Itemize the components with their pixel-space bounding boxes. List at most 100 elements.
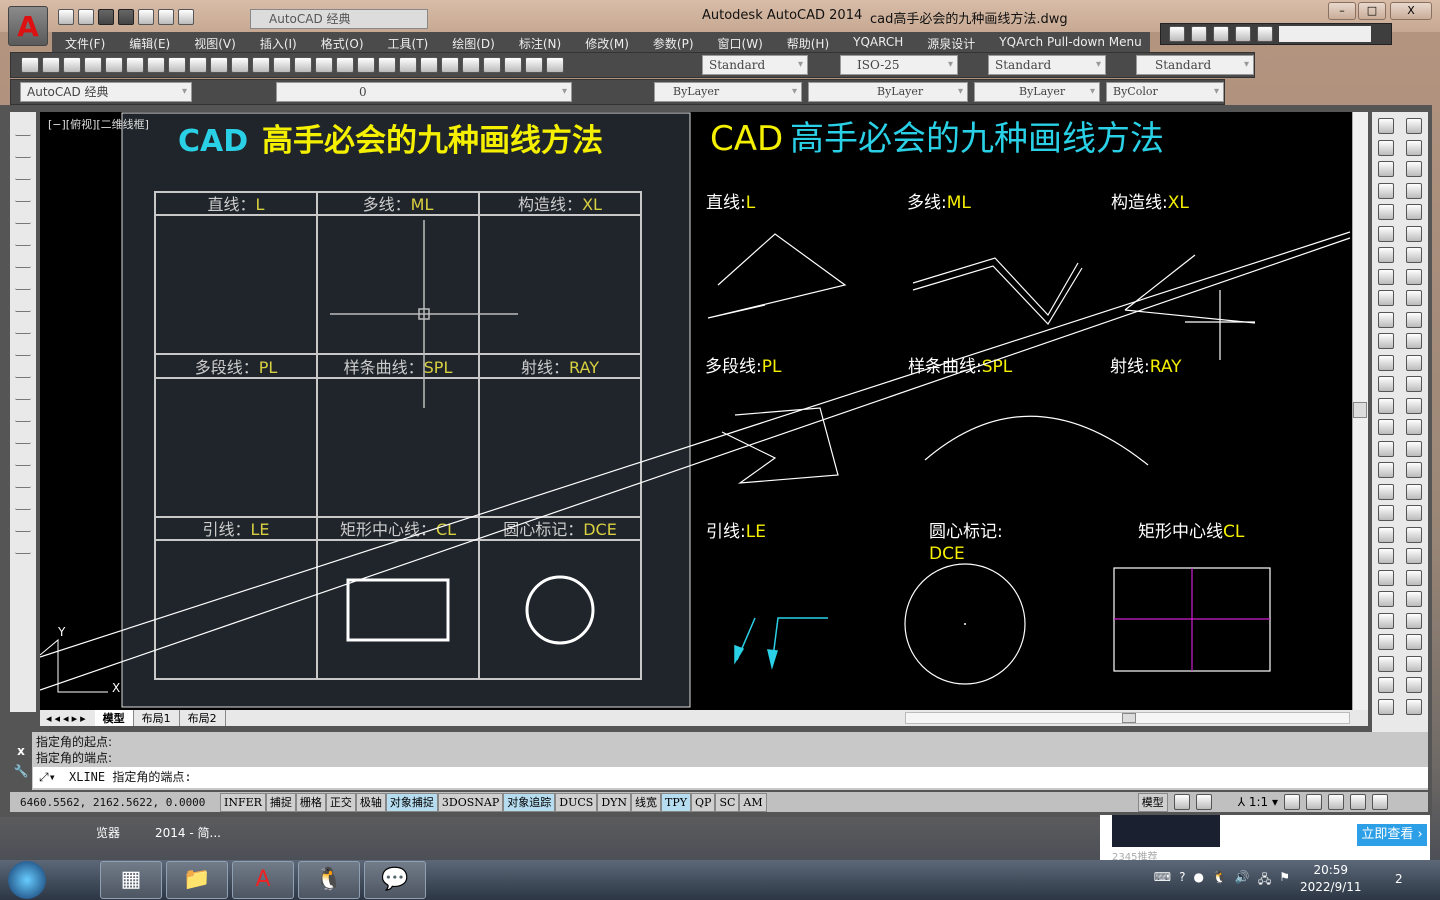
menu-item[interactable]: 文件(F): [52, 32, 116, 52]
gradient-icon[interactable]: [15, 448, 31, 466]
modify-tool-icon[interactable]: [1378, 440, 1394, 457]
modify-tool-icon[interactable]: [1378, 268, 1394, 285]
modify-tool-icon[interactable]: [1378, 698, 1394, 715]
menu-item[interactable]: 源泉设计: [914, 32, 986, 52]
hatch-icon[interactable]: [15, 426, 31, 444]
quick-view-layouts-icon[interactable]: [1173, 794, 1190, 810]
point-icon[interactable]: [15, 404, 31, 422]
autocad-icon[interactable]: A: [232, 861, 294, 899]
maximize-button[interactable]: □: [1358, 2, 1386, 20]
status-toggle[interactable]: 线宽: [631, 792, 662, 812]
block-editor-icon[interactable]: [252, 57, 270, 73]
modify-tool-icon[interactable]: [1378, 483, 1394, 500]
xline-icon[interactable]: [15, 140, 31, 158]
modify-tool-icon[interactable]: [1378, 182, 1394, 199]
tab-layout2[interactable]: 布局2: [180, 710, 226, 726]
modify-tool-icon[interactable]: [1406, 505, 1422, 521]
publish-icon[interactable]: [147, 57, 165, 73]
tab-nav-arrows[interactable]: ◂◂◂▸▸: [40, 712, 95, 725]
status-toggle[interactable]: SC: [715, 792, 740, 812]
modify-tool-icon[interactable]: [1406, 419, 1422, 435]
color-dropdown[interactable]: ByLayer: [654, 82, 802, 102]
modify-tool-icon[interactable]: [1406, 204, 1422, 220]
annotation-visibility-icon[interactable]: [1284, 794, 1300, 810]
modify-tool-icon[interactable]: [1406, 569, 1422, 586]
status-toggle[interactable]: 捕捉: [265, 792, 296, 812]
modify-tool-icon[interactable]: [1378, 225, 1394, 242]
status-toggle[interactable]: 对象追踪: [503, 792, 556, 812]
modify-tool-icon[interactable]: [1378, 118, 1394, 134]
new-icon[interactable]: [58, 9, 74, 25]
status-toggle[interactable]: TPY: [661, 792, 692, 812]
viewport-label[interactable]: [−][俯视][二维线框]: [48, 117, 149, 131]
table-style-dropdown[interactable]: Standard: [988, 55, 1106, 75]
menu-item[interactable]: 工具(T): [375, 32, 440, 52]
redo-icon[interactable]: [178, 9, 194, 25]
undo-icon[interactable]: [158, 9, 174, 25]
lock-icon[interactable]: [1328, 794, 1344, 810]
quickcalc-icon[interactable]: [504, 57, 522, 73]
menu-item[interactable]: 参数(P): [640, 32, 705, 52]
plot-icon[interactable]: [126, 57, 144, 73]
modify-tool-icon[interactable]: [1406, 591, 1422, 607]
menu-item[interactable]: 帮助(H): [774, 32, 840, 52]
close-button[interactable]: X: [1390, 2, 1432, 20]
start-button[interactable]: [8, 861, 46, 899]
make-block-icon[interactable]: [15, 382, 31, 400]
modify-tool-icon[interactable]: [1406, 440, 1422, 457]
minimize-button[interactable]: –: [1328, 2, 1356, 20]
spline-icon[interactable]: [15, 294, 31, 312]
table-icon[interactable]: [15, 492, 31, 510]
menu-item[interactable]: 视图(V): [181, 32, 247, 52]
properties-icon[interactable]: [399, 57, 417, 73]
modify-tool-icon[interactable]: [1378, 311, 1394, 328]
undo-icon[interactable]: [273, 57, 291, 73]
notification-badge[interactable]: 2: [1395, 872, 1403, 886]
menu-item[interactable]: 修改(M): [572, 32, 640, 52]
modify-tool-icon[interactable]: [1378, 548, 1394, 564]
menu-item[interactable]: YQARCH: [840, 32, 914, 52]
menu-item[interactable]: YQArch Pull-down Menu: [986, 32, 1152, 52]
menu-item[interactable]: 窗口(W): [705, 32, 774, 52]
qq-icon[interactable]: 🐧: [298, 861, 360, 899]
modify-tool-icon[interactable]: [1406, 354, 1422, 371]
status-toggle[interactable]: 正交: [325, 792, 356, 812]
modify-tool-icon[interactable]: [1406, 225, 1422, 242]
status-toggle[interactable]: 对象捕捉: [385, 792, 438, 812]
annotation-scale[interactable]: ⅄ 1:1 ▾: [1238, 795, 1278, 809]
modify-tool-icon[interactable]: [1406, 268, 1422, 285]
mtext-icon[interactable]: [15, 514, 31, 532]
text-style-dropdown[interactable]: Standard: [702, 55, 808, 75]
help-icon[interactable]: [525, 57, 543, 73]
autocad-application-menu-button[interactable]: A: [8, 6, 48, 46]
object-viewport-icon[interactable]: [1235, 26, 1251, 42]
modify-tool-icon[interactable]: [1406, 698, 1422, 715]
match-properties-icon[interactable]: [231, 57, 249, 73]
modify-tool-icon[interactable]: [1406, 526, 1422, 543]
workspace-select[interactable]: AutoCAD 经典: [20, 82, 192, 102]
modify-tool-icon[interactable]: [1378, 505, 1394, 521]
wechat-tray-icon[interactable]: ●: [1193, 870, 1203, 891]
status-toggle[interactable]: DYN: [597, 792, 632, 812]
modify-tool-icon[interactable]: [1406, 118, 1422, 134]
close-command-icon[interactable]: x: [10, 744, 32, 758]
menu-item[interactable]: 插入(I): [247, 32, 308, 52]
open-icon[interactable]: [78, 9, 94, 25]
modify-tool-icon[interactable]: [1406, 634, 1422, 650]
copy-icon[interactable]: [189, 57, 207, 73]
modify-tool-icon[interactable]: [1406, 139, 1422, 156]
modify-tool-icon[interactable]: [1406, 290, 1422, 306]
add-selected-icon[interactable]: [15, 536, 31, 554]
menu-item[interactable]: 标注(N): [506, 32, 572, 52]
text-style-icon[interactable]: [546, 57, 564, 73]
workspace-dropdown[interactable]: AutoCAD 经典: [250, 9, 428, 29]
modify-tool-icon[interactable]: [1378, 634, 1394, 650]
modify-tool-icon[interactable]: [1378, 161, 1394, 177]
status-toggle[interactable]: 3DOSNAP: [437, 792, 504, 812]
zoom-window-icon[interactable]: [357, 57, 375, 73]
modify-tool-icon[interactable]: [1406, 182, 1422, 199]
polygon-icon[interactable]: [15, 184, 31, 202]
rectangle-icon[interactable]: [15, 206, 31, 224]
layer-dropdown[interactable]: 0: [276, 82, 572, 102]
design-center-icon[interactable]: [420, 57, 438, 73]
